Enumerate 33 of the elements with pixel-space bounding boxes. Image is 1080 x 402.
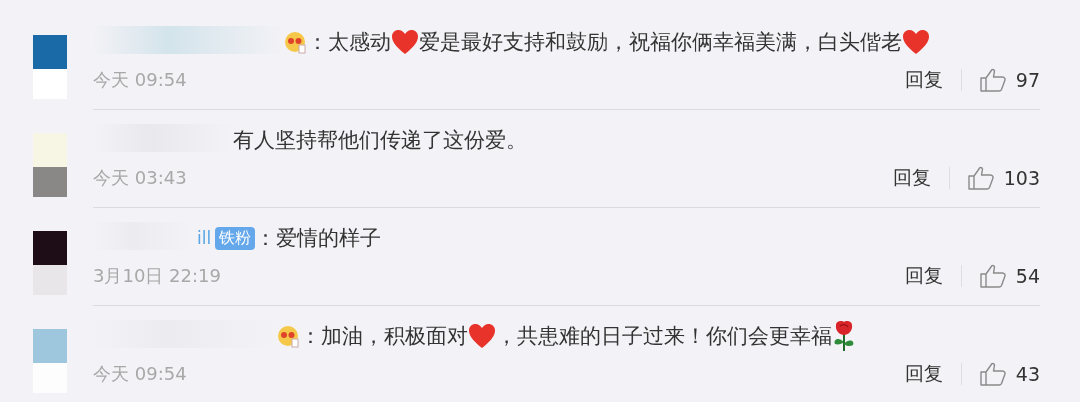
heart-icon	[468, 323, 496, 349]
like-count: 54	[1015, 265, 1040, 287]
like-count: 97	[1015, 69, 1040, 91]
reply-link[interactable]: 回复	[904, 263, 943, 289]
comment-text: 爱是最好支持和鼓励，祝福你俩幸福美满，白头偕老	[419, 29, 902, 56]
comment-text: ：加油，积极面对	[300, 323, 468, 350]
like-count: 43	[1015, 363, 1040, 385]
reply-link[interactable]: 回复	[904, 361, 943, 387]
thumbs-up-icon[interactable]	[967, 166, 994, 190]
avatar-mosaic	[33, 329, 67, 393]
rose-icon	[832, 320, 856, 352]
timestamp: 今天 03:43	[93, 166, 187, 190]
reply-link[interactable]: 回复	[904, 67, 943, 93]
fan-badge: 铁粉	[215, 226, 256, 250]
emoji-icon	[283, 30, 307, 54]
thumbs-up-icon[interactable]	[979, 264, 1006, 288]
like-count: 103	[1003, 167, 1040, 189]
timestamp: 今天 09:54	[93, 362, 187, 386]
heart-icon	[391, 29, 419, 55]
comment-text: ：爱情的样子	[255, 225, 382, 252]
thumbs-up-icon[interactable]	[979, 68, 1006, 92]
avatar-mosaic	[33, 133, 67, 197]
heart-icon	[902, 29, 930, 55]
comment-text: 有人坚持帮他们传递了这份爱。	[233, 127, 527, 154]
avatar-mosaic	[33, 231, 67, 295]
avatar-mosaic	[33, 35, 67, 99]
thumbs-up-icon[interactable]	[979, 362, 1006, 386]
comment-text: ：太感动	[307, 29, 391, 56]
timestamp: 今天 09:54	[93, 68, 187, 92]
emoji-icon	[276, 324, 300, 348]
comment-text: ，共患难的日子过来！你们会更幸福	[496, 323, 832, 350]
reply-link[interactable]: 回复	[892, 165, 931, 191]
timestamp: 3月10日 22:19	[93, 264, 221, 288]
